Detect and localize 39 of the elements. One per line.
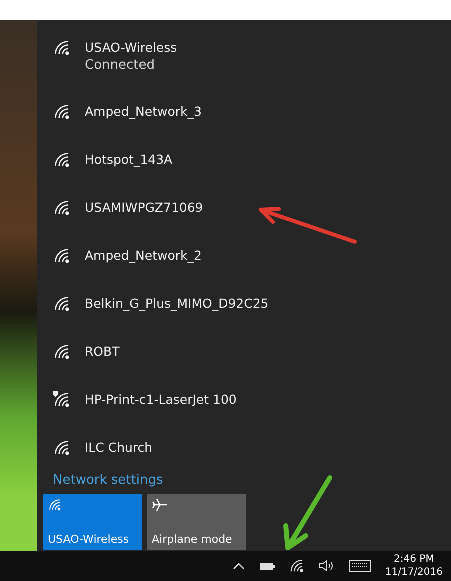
network-item[interactable]: Amped_Network_2 xyxy=(43,247,451,295)
quick-action-tile[interactable]: Airplane mode xyxy=(147,494,246,550)
clock[interactable]: 2:46 PM 11/17/2016 xyxy=(385,553,443,579)
wifi-icon xyxy=(289,558,306,574)
wifi-icon xyxy=(53,199,71,217)
network-item[interactable]: USAO-Wireless Connected xyxy=(43,39,451,103)
wifi-icon xyxy=(48,498,62,512)
wifi-warning-icon xyxy=(53,391,71,409)
wifi-icon xyxy=(53,295,71,313)
network-name: Amped_Network_3 xyxy=(85,103,202,121)
speaker-icon[interactable] xyxy=(319,560,336,572)
network-item[interactable]: Belkin_G_Plus_MIMO_D92C25 xyxy=(43,295,451,343)
wifi-icon xyxy=(53,39,71,57)
network-name: Belkin_G_Plus_MIMO_D92C25 xyxy=(85,295,269,313)
network-name: HP-Print-c1-LaserJet 100 xyxy=(85,391,237,409)
network-item[interactable]: Amped_Network_3 xyxy=(43,103,451,151)
wifi-icon xyxy=(53,247,71,265)
network-item[interactable]: ILC Church xyxy=(43,439,451,463)
chevron-up-icon[interactable] xyxy=(233,562,246,570)
wifi-icon xyxy=(53,103,71,121)
network-name: USAMIWPGZ71069 xyxy=(85,199,204,217)
wifi-icon xyxy=(53,439,71,457)
wifi-icon xyxy=(53,151,71,169)
network-name: ROBT xyxy=(85,343,120,361)
network-name: Hotspot_143A xyxy=(85,151,173,169)
quick-action-tile[interactable]: USAO-Wireless xyxy=(43,494,142,550)
keyboard-icon[interactable] xyxy=(349,560,372,572)
network-status: Connected xyxy=(85,57,156,75)
network-settings-link[interactable]: Network settings xyxy=(53,473,164,488)
network-item[interactable]: ROBT xyxy=(43,343,451,391)
network-item[interactable]: Hotspot_143A xyxy=(43,151,451,199)
network-item[interactable]: USAMIWPGZ71069 xyxy=(43,199,451,247)
wifi-icon xyxy=(53,343,71,361)
airplane-icon xyxy=(152,498,168,512)
network-item[interactable]: HP-Print-c1-LaserJet 100 xyxy=(43,391,451,439)
network-name: USAO-Wireless xyxy=(85,39,178,57)
battery-icon[interactable] xyxy=(259,562,276,570)
network-name: Amped_Network_2 xyxy=(85,247,202,265)
network-name: ILC Church xyxy=(85,439,153,457)
